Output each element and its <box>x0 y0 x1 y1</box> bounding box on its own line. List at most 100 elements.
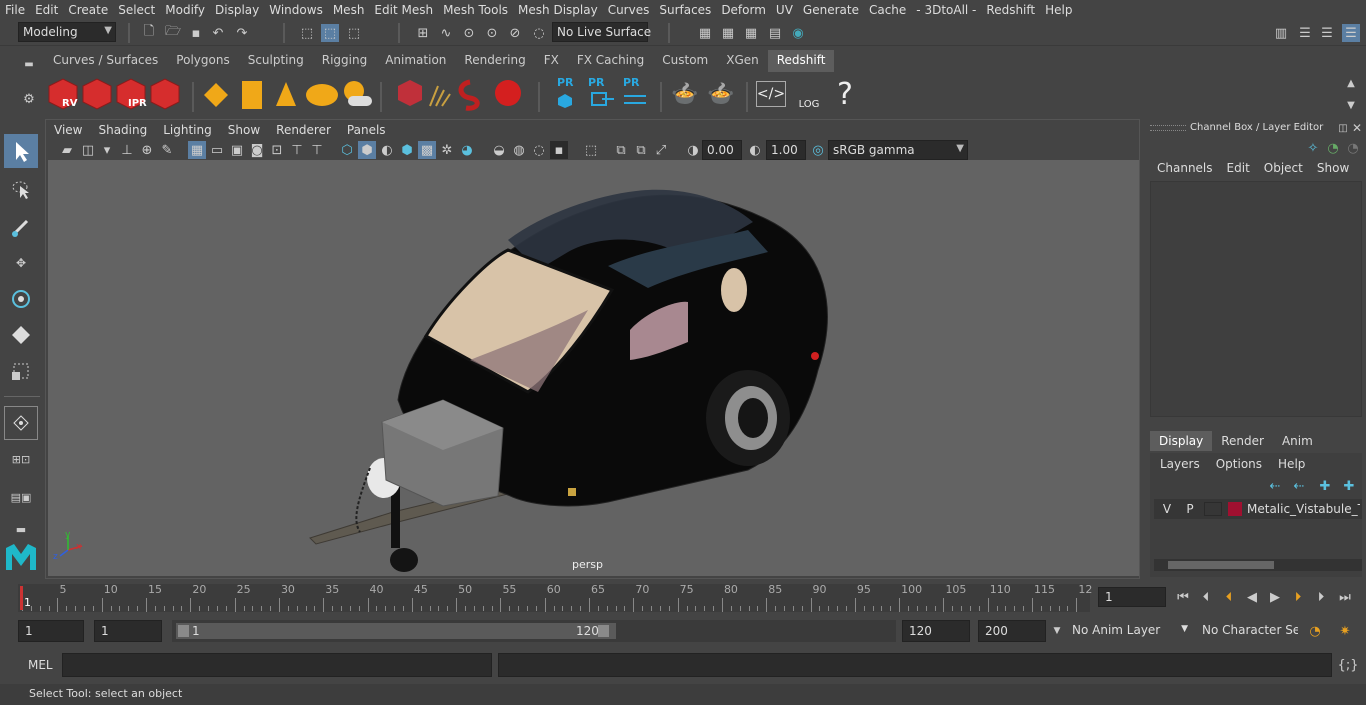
mode-dropdown[interactable]: Modeling ▼ <box>18 22 116 42</box>
snap-grid-icon[interactable]: ⊞ <box>414 24 432 42</box>
layer-tab-anim[interactable]: Anim <box>1273 431 1322 451</box>
hypershade-icon[interactable]: ◉ <box>789 24 807 42</box>
perspective-viewport[interactable]: x y z persp <box>48 160 1139 576</box>
ambient-occlusion-icon[interactable]: ◒ <box>490 141 508 159</box>
field-chart-icon[interactable]: ⊡ <box>268 141 286 159</box>
bookmark-icon[interactable]: ▾ <box>98 141 116 159</box>
step-forward-icon[interactable]: ⏵ <box>1312 588 1330 606</box>
channel-menu-show[interactable]: Show <box>1310 161 1356 175</box>
proxy-icons[interactable] <box>554 90 654 108</box>
script-editor-icon[interactable]: {;} <box>1338 656 1359 674</box>
shelf-tab-sculpting[interactable]: Sculpting <box>239 50 313 72</box>
camera-attr-icon[interactable]: ◫ <box>79 141 97 159</box>
select-hierarchy-icon[interactable]: ⬚ <box>298 24 316 42</box>
gamma-field[interactable]: 1.00 <box>766 140 806 160</box>
antialias-icon[interactable]: ◌ <box>530 141 548 159</box>
redo-icon[interactable]: ↷ <box>233 24 251 42</box>
save-scene-icon[interactable]: ▪ <box>187 24 205 42</box>
channel-menu-object[interactable]: Object <box>1257 161 1310 175</box>
new-layer-selected-icon[interactable]: ✚ <box>1340 477 1358 495</box>
layer-scrollbar[interactable] <box>1154 559 1362 571</box>
log-icon[interactable]: LOG <box>792 77 826 111</box>
range-track[interactable]: 1 120 <box>172 620 896 642</box>
layer-name[interactable]: Metalic_Vistabule_Tea <box>1247 502 1360 516</box>
shelf-tab-rigging[interactable]: Rigging <box>313 50 376 72</box>
safe-title-icon[interactable]: ⊤ <box>308 141 326 159</box>
panel-menu-renderer[interactable]: Renderer <box>268 123 339 137</box>
colorspace-dropdown[interactable]: sRGB gamma ▼ <box>828 140 968 160</box>
open-scene-icon[interactable]: 🗁 <box>164 24 182 42</box>
shelf-scroll-down-icon[interactable]: ▼ <box>1342 96 1360 114</box>
panel-menu-view[interactable]: View <box>46 123 90 137</box>
layer-row[interactable]: V P Metalic_Vistabule_Tea <box>1154 499 1362 519</box>
close-panel-icon[interactable]: ✕ <box>1348 119 1366 137</box>
menu-cache[interactable]: Cache <box>864 3 911 17</box>
channel-box-icon[interactable]: ☰ <box>1342 24 1360 42</box>
xray-joints-icon[interactable]: ⧉ <box>632 141 650 159</box>
new-scene-icon[interactable]: 🗋 <box>140 24 158 42</box>
menu-curves[interactable]: Curves <box>603 3 655 17</box>
character-set-dropdown[interactable]: No Character Set <box>1196 620 1298 642</box>
resolution-gate-icon[interactable]: ▣ <box>228 141 246 159</box>
rotate-tool-icon[interactable] <box>4 282 38 316</box>
bake-set-icon[interactable]: 🍲 <box>704 77 738 111</box>
select-tool-icon[interactable] <box>4 134 38 168</box>
shelf-scroll-up-icon[interactable]: ▲ <box>1342 74 1360 92</box>
shelf-settings-icon[interactable]: ⚙ <box>20 90 38 108</box>
gamma-icon[interactable]: ◐ <box>746 141 764 159</box>
menu-edit[interactable]: Edit <box>30 3 63 17</box>
layer-menu-layers[interactable]: Layers <box>1152 457 1208 471</box>
auto-key-icon[interactable]: ◔ <box>1306 622 1324 640</box>
menu-mesh-display[interactable]: Mesh Display <box>513 3 603 17</box>
move-layer-up-icon[interactable]: ⇠ <box>1266 477 1284 495</box>
gate-mask-icon[interactable]: ◙ <box>248 141 266 159</box>
redshift-object-icons[interactable] <box>396 76 526 112</box>
channel-toggle-icon-3[interactable]: ◔ <box>1344 139 1362 157</box>
layer-display-type[interactable] <box>1204 502 1222 516</box>
four-view-icon[interactable]: ⊞⊡ <box>4 442 38 476</box>
snap-curve-icon[interactable]: ∿ <box>437 24 455 42</box>
time-slider[interactable]: 5 10 15 20 25 30 35 40 45 50 55 60 65 70 75 80 85 90 95 100… <box>0 580 1366 616</box>
bake-icon[interactable]: 🍲 <box>668 77 702 111</box>
start-time-field[interactable]: 1 <box>18 620 84 642</box>
play-forward-icon[interactable]: ▶ <box>1266 588 1284 606</box>
layer-visibility[interactable]: V <box>1158 502 1176 516</box>
undo-icon[interactable]: ↶ <box>209 24 227 42</box>
menu-create[interactable]: Create <box>63 3 113 17</box>
panel-menu-shading[interactable]: Shading <box>90 123 155 137</box>
move-tool-icon[interactable]: ✥ <box>4 246 38 280</box>
scrollbar-thumb[interactable] <box>1168 561 1274 569</box>
code-icon[interactable]: </> <box>756 81 786 107</box>
range-start-handle[interactable] <box>178 625 189 637</box>
scale-tool-icon[interactable] <box>4 318 38 352</box>
render-frame-icon[interactable]: ▦ <box>719 24 737 42</box>
menu-file[interactable]: File <box>0 3 30 17</box>
workspace-icon[interactable]: ▥ <box>1272 24 1290 42</box>
snap-surface-icon[interactable]: ⊘ <box>506 24 524 42</box>
menu-3dtoall[interactable]: - 3DtoAll - <box>911 3 981 17</box>
chevron-down-icon[interactable]: ▼ <box>1048 622 1066 640</box>
redshift-light-icons[interactable] <box>202 78 378 112</box>
menu-generate[interactable]: Generate <box>798 3 864 17</box>
shadows-icon[interactable]: ◕ <box>458 141 476 159</box>
snap-point-icon[interactable]: ⊙ <box>460 24 478 42</box>
grid-toggle-icon[interactable]: ⊕ <box>138 141 156 159</box>
menu-edit-mesh[interactable]: Edit Mesh <box>369 3 438 17</box>
shelf-tab-redshift[interactable]: Redshift <box>767 50 835 72</box>
attribute-editor-icon[interactable]: ☰ <box>1296 24 1314 42</box>
isolate-select-icon[interactable]: ⬚ <box>582 141 600 159</box>
anim-prefs-icon[interactable]: ✷ <box>1336 622 1354 640</box>
layer-tab-render[interactable]: Render <box>1212 431 1273 451</box>
anim-end-field[interactable]: 200 <box>978 620 1046 642</box>
shelf-tab-custom[interactable]: Custom <box>653 50 717 72</box>
channel-list[interactable] <box>1150 181 1362 417</box>
channel-menu-channels[interactable]: Channels <box>1150 161 1220 175</box>
ipr-render-icon[interactable]: ▦ <box>742 24 760 42</box>
smooth-shade-icon[interactable]: ⬢ <box>358 141 376 159</box>
pencil-icon[interactable]: ✎ <box>158 141 176 159</box>
camera-select-icon[interactable]: ▰ <box>58 141 76 159</box>
anim-layer-dropdown[interactable]: No Anim Layer ▼ <box>1066 620 1190 642</box>
channel-menu-edit[interactable]: Edit <box>1220 161 1257 175</box>
shelf-tab-fx[interactable]: FX <box>535 50 568 72</box>
snap-view-icon[interactable]: ⊙ <box>483 24 501 42</box>
